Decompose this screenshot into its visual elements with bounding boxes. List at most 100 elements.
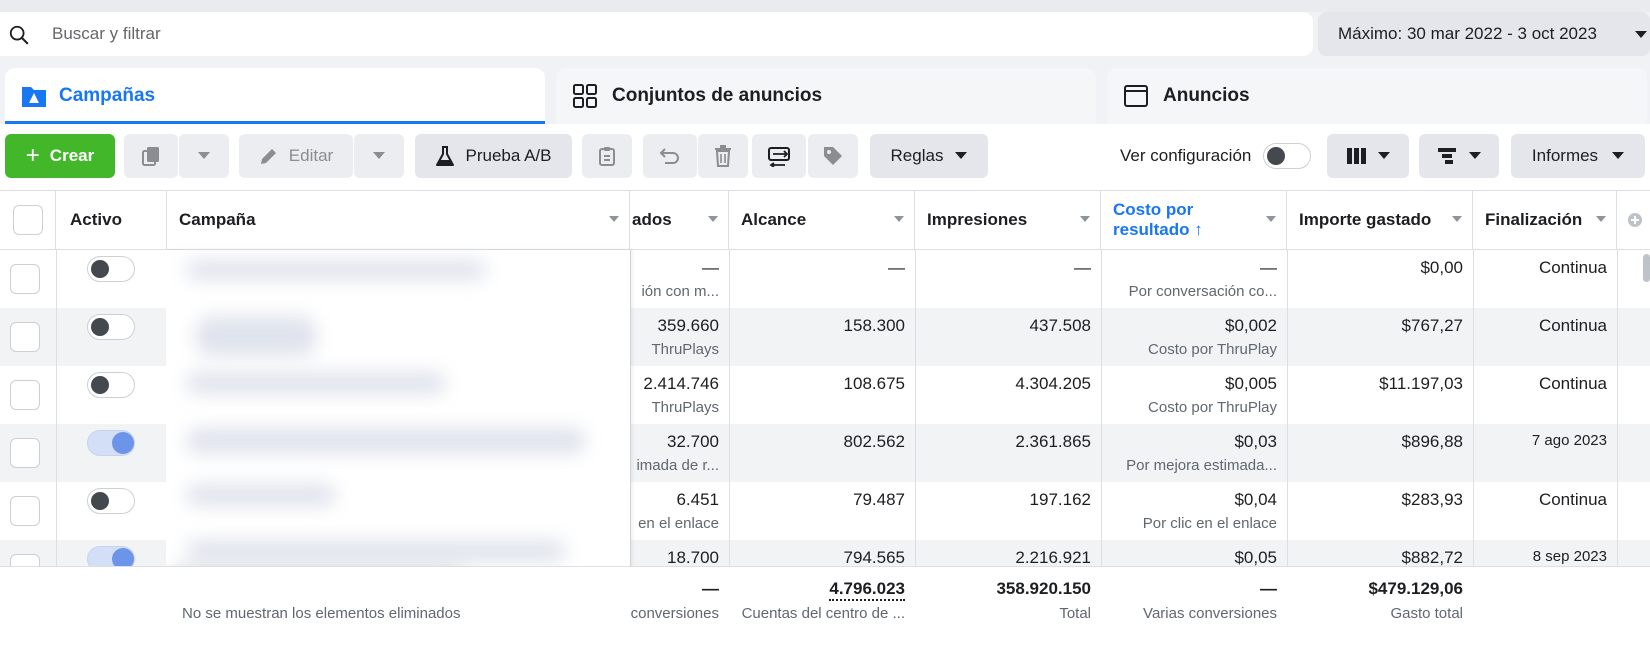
search-input[interactable] — [52, 20, 1252, 48]
column-reach-label: Alcance — [741, 210, 807, 229]
summary-results-value: — — [702, 579, 719, 598]
column-impressions[interactable]: Impresiones — [915, 191, 1101, 249]
cell-spent: $896,88 — [1287, 424, 1473, 482]
edit-dropdown-button[interactable] — [354, 134, 404, 178]
row-checkbox[interactable] — [10, 380, 40, 410]
column-impressions-label: Impresiones — [927, 210, 1028, 229]
edit-button-label: Editar — [288, 146, 334, 165]
cell-impressions-value: — — [1074, 258, 1091, 277]
column-amount-spent[interactable]: Importe gastado — [1287, 191, 1473, 249]
cell-impressions: 197.162 — [915, 482, 1101, 540]
cell-impressions-value: 437.508 — [1029, 316, 1091, 335]
cell-end: 7 ago 2023 — [1473, 424, 1617, 482]
row-checkbox[interactable] — [10, 496, 40, 526]
cell-end-value: 8 sep 2023 — [1532, 548, 1607, 565]
cell-spent-value: $767,27 — [1401, 316, 1463, 335]
campaign-active-toggle[interactable] — [87, 256, 135, 282]
search-bar[interactable] — [0, 12, 1313, 56]
tab-ad-sets[interactable]: Conjuntos de anuncios — [556, 68, 1096, 124]
cell-results-sub: ión con m... — [641, 283, 719, 300]
cell-cost: — Por conversación co... — [1101, 250, 1287, 308]
column-active[interactable]: Activo — [56, 191, 167, 249]
row-select-cell — [0, 308, 56, 366]
row-select-cell — [0, 482, 56, 540]
duplicate-button[interactable] — [124, 134, 178, 178]
tag-button[interactable] — [808, 134, 858, 178]
tab-ads[interactable]: Anuncios — [1107, 68, 1647, 124]
column-end-label: Finalización — [1485, 210, 1583, 229]
clipboard-button[interactable] — [582, 134, 632, 178]
export-button[interactable] — [752, 134, 806, 178]
rules-button[interactable]: Reglas — [870, 134, 988, 178]
toggle-knob — [91, 260, 109, 278]
select-all-checkbox[interactable] — [12, 205, 43, 235]
campaign-active-toggle[interactable] — [87, 372, 135, 398]
summary-impressions: 358.920.150 Total — [915, 567, 1101, 652]
cell-spent-value: $0,00 — [1420, 258, 1463, 277]
row-checkbox[interactable] — [10, 438, 40, 468]
cell-spent: $0,00 — [1287, 250, 1473, 308]
trash-icon — [715, 145, 731, 167]
sort-caret-icon — [1452, 216, 1462, 222]
cell-end-value: Continua — [1538, 490, 1607, 509]
vertical-scrollbar[interactable] — [1643, 254, 1650, 282]
columns-icon — [1347, 148, 1366, 164]
cell-results-value: 359.660 — [657, 316, 719, 335]
cell-results: 32.700 imada de r... — [630, 424, 729, 482]
campaign-active-toggle[interactable] — [87, 488, 135, 514]
cell-spent: $11.197,03 — [1287, 366, 1473, 424]
row-select-cell — [0, 366, 56, 424]
reports-button[interactable]: Informes — [1511, 134, 1645, 178]
campaign-active-toggle[interactable] — [87, 430, 135, 456]
column-end[interactable]: Finalización — [1473, 191, 1617, 249]
edit-button[interactable]: Editar — [239, 134, 353, 178]
cell-cost-sub: Por conversación co... — [1128, 283, 1277, 300]
duplicate-dropdown-button[interactable] — [179, 134, 229, 178]
cell-end: Continua — [1473, 250, 1617, 308]
cell-reach-value: 108.675 — [843, 374, 905, 393]
delete-button[interactable] — [698, 134, 748, 178]
cell-end-value: 7 ago 2023 — [1531, 432, 1607, 449]
rules-button-label: Reglas — [890, 146, 944, 165]
column-cost-per-result[interactable]: Costo por resultado ↑ — [1101, 191, 1287, 249]
row-checkbox[interactable] — [10, 322, 40, 352]
plus-icon: + — [25, 142, 40, 169]
create-button-label: Crear — [49, 146, 95, 165]
caret-down-icon — [373, 152, 385, 159]
cell-impressions: 2.361.865 — [915, 424, 1101, 482]
summary-reach-value[interactable]: 4.796.023 — [829, 579, 905, 601]
create-button[interactable]: + Crear — [5, 134, 115, 178]
view-settings-switch[interactable] — [1263, 143, 1312, 169]
cell-spent: $283,93 — [1287, 482, 1473, 540]
add-column-button[interactable] — [1617, 191, 1650, 249]
undo-button[interactable] — [643, 134, 697, 178]
ab-test-label: Prueba A/B — [465, 146, 552, 165]
ab-test-button[interactable]: Prueba A/B — [415, 134, 572, 178]
columns-button[interactable] — [1327, 134, 1409, 178]
redacted-campaign-names — [166, 250, 630, 602]
table-summary-row: No se muestran los elementos eliminados … — [0, 566, 1650, 652]
date-range-picker[interactable]: Máximo: 30 mar 2022 - 3 oct 2023 — [1318, 12, 1650, 56]
add-circle-icon — [1628, 213, 1642, 227]
undo-icon — [659, 148, 679, 164]
cell-impressions: 4.304.205 — [915, 366, 1101, 424]
column-campaign[interactable]: Campaña — [167, 191, 630, 249]
campaign-active-toggle[interactable] — [87, 314, 135, 340]
breakdown-button[interactable] — [1419, 134, 1499, 178]
campaign-table: Activo Campaña ados Alcance Impresiones … — [0, 190, 1650, 652]
column-cost-per-result-label: Costo por resultado ↑ — [1113, 200, 1203, 239]
cell-impressions-value: 4.304.205 — [1015, 374, 1091, 393]
row-checkbox[interactable] — [10, 264, 40, 294]
column-results[interactable]: ados — [630, 191, 729, 249]
cell-cost-value: $0,05 — [1234, 548, 1277, 567]
tab-campaigns[interactable]: Campañas — [5, 68, 545, 124]
reports-button-label: Informes — [1531, 146, 1599, 165]
cell-cost: $0,03 Por mejora estimada... — [1101, 424, 1287, 482]
cell-results-sub: imada de r... — [636, 457, 719, 474]
summary-cost: — Varias conversiones — [1101, 567, 1287, 652]
cell-reach: 158.300 — [729, 308, 915, 366]
column-reach[interactable]: Alcance — [729, 191, 915, 249]
summary-cost-sub: Varias conversiones — [1143, 605, 1277, 622]
sort-caret-icon — [708, 216, 718, 222]
cell-spent-value: $882,72 — [1401, 548, 1463, 567]
